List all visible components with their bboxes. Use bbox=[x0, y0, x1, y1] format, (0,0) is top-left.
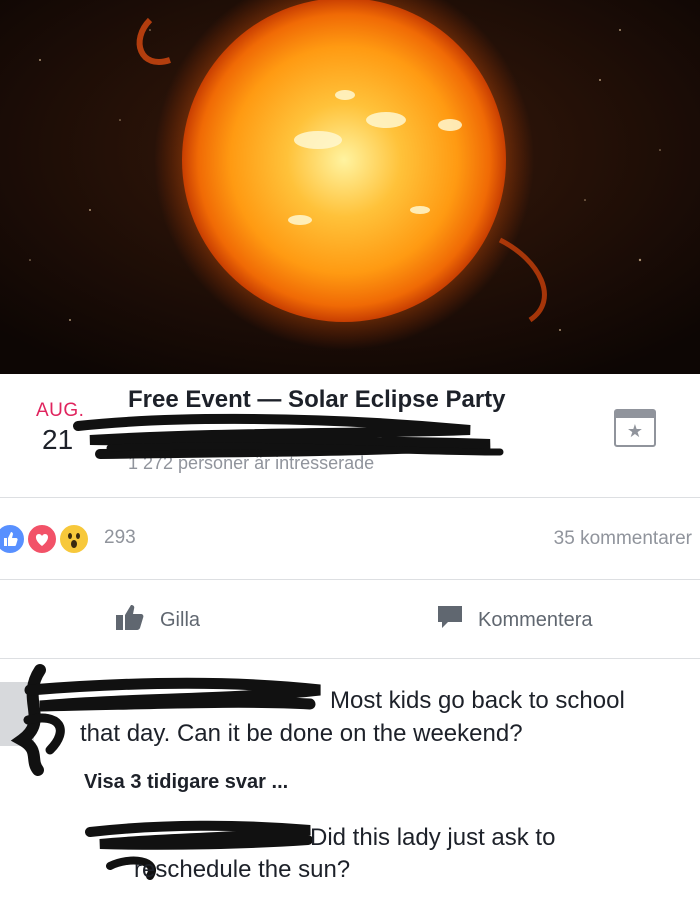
like-reaction-icon bbox=[0, 523, 26, 555]
comment-text-line2: that day. Can it be done on the weekend? bbox=[80, 720, 523, 747]
love-reaction-icon bbox=[26, 523, 58, 555]
comment-label: Kommentera bbox=[478, 608, 593, 631]
calendar-bar bbox=[616, 411, 654, 418]
view-previous-replies-link[interactable]: Visa 3 tidigare svar ... bbox=[84, 771, 288, 794]
reply-text-line1: Did this lady just ask to bbox=[310, 824, 556, 851]
action-bar bbox=[0, 581, 700, 659]
reply: Did this lady just ask to reschedule the… bbox=[104, 822, 664, 886]
comment: Most kids go back to school that day. Ca… bbox=[80, 684, 690, 750]
wow-reaction-icon bbox=[58, 523, 90, 555]
event-cover-image[interactable] bbox=[0, 0, 700, 374]
comment-button[interactable]: Kommentera bbox=[436, 606, 593, 634]
like-label: Gilla bbox=[160, 608, 201, 631]
avatar[interactable] bbox=[0, 682, 34, 746]
star-icon: ★ bbox=[626, 421, 644, 441]
event-title[interactable]: Free Event — Solar Eclipse Party bbox=[128, 386, 506, 414]
reaction-count[interactable]: 293 bbox=[104, 527, 136, 549]
reaction-icons[interactable] bbox=[0, 523, 110, 555]
comment-count[interactable]: 35 kommentarer bbox=[554, 528, 692, 550]
reply-text-line2: reschedule the sun? bbox=[134, 856, 351, 883]
sun-image bbox=[0, 0, 700, 374]
comment-bubble-icon bbox=[436, 604, 464, 636]
comment-text-line1: Most kids go back to school bbox=[330, 687, 625, 714]
thumbs-up-icon bbox=[116, 604, 146, 636]
event-day: 21 bbox=[42, 424, 74, 455]
save-event-button[interactable]: ★ bbox=[614, 409, 656, 447]
event-interest-count: 1 272 personer är intresserade bbox=[128, 453, 375, 473]
event-month: AUG. bbox=[36, 400, 85, 421]
like-button[interactable]: Gilla bbox=[116, 604, 201, 636]
